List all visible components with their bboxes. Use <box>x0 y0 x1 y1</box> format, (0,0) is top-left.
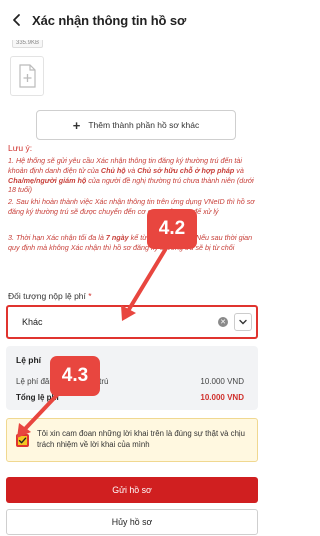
fee-total-value: 10.000 VND <box>200 393 244 402</box>
arrow-line-4-2 <box>126 248 167 313</box>
step-badge-4-2: 4.2 <box>147 209 197 249</box>
add-file-icon <box>19 64 36 88</box>
chevron-down-icon[interactable] <box>234 313 252 331</box>
submit-button[interactable]: Gửi hồ sơ <box>6 477 258 503</box>
note-item-2: 2. Sau khi hoàn thành việc Xác nhận thôn… <box>8 197 255 216</box>
required-mark: * <box>88 291 92 301</box>
fee-row-value: 10.000 VND <box>200 377 244 386</box>
fee-subject-value: Khác <box>22 317 43 327</box>
add-file-slot[interactable] <box>10 56 44 96</box>
clear-icon[interactable]: ✕ <box>218 317 228 327</box>
checkmark-icon <box>18 437 27 444</box>
add-document-button[interactable]: + Thêm thành phần hồ sơ khác <box>36 110 236 140</box>
fee-card: Lệ phí Lệ phí đăng ký thường trú 10.000 … <box>6 346 258 410</box>
app-header: Xác nhận thông tin hồ sơ <box>0 0 266 40</box>
note-item-1: 1. Hệ thống sẽ gửi yêu cầu Xác nhận thôn… <box>8 156 254 195</box>
commitment-text: Tôi xin cam đoan những lời khai trên là … <box>37 429 245 449</box>
cancel-button[interactable]: Hủy hồ sơ <box>6 509 258 535</box>
commitment-box: Tôi xin cam đoan những lời khai trên là … <box>6 418 258 462</box>
back-arrow-icon[interactable] <box>8 11 26 29</box>
commitment-checkbox[interactable] <box>16 434 29 447</box>
fee-title: Lệ phí <box>16 355 42 365</box>
step-badge-4-3: 4.3 <box>50 356 100 396</box>
page-title: Xác nhận thông tin hồ sơ <box>32 12 187 28</box>
note-item-3: 3. Thời hạn Xác nhận tối đa là 7 ngày kể… <box>8 233 253 252</box>
add-document-label: Thêm thành phần hồ sơ khác <box>88 120 200 130</box>
plus-icon: + <box>72 117 81 133</box>
notes-title: Lưu ý: <box>8 143 33 153</box>
fee-subject-label: Đối tượng nộp lệ phí * <box>8 291 92 301</box>
fee-subject-select[interactable]: Khác ✕ <box>6 305 258 339</box>
fee-total-row: Tổng lệ phí 10.000 VND <box>16 393 244 402</box>
